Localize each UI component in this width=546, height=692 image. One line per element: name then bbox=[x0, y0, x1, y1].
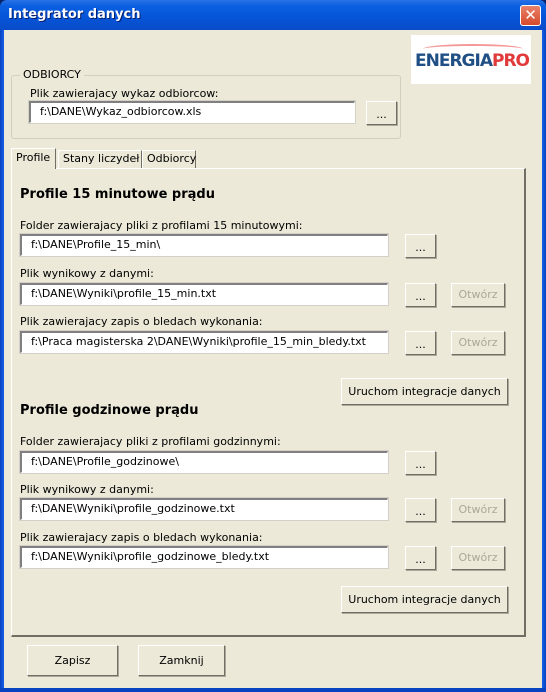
dialog-window: Integrator danych ✕ ENERGIAPRO ODBIORCY … bbox=[0, 0, 546, 692]
customer-list-browse-button[interactable]: ... bbox=[366, 101, 397, 125]
logo-text-pro: PRO bbox=[491, 51, 530, 71]
run-15min-integration-button[interactable]: Uruchom integracje danych bbox=[341, 378, 508, 405]
output-15min-open-button[interactable]: Otwórz bbox=[451, 283, 505, 307]
tab-odbiorcy[interactable]: Odbiorcy bbox=[142, 150, 196, 168]
errors-15min-input[interactable]: f:\Praca magisterska 2\DANE\Wyniki\profi… bbox=[19, 330, 389, 354]
errors-hourly-browse-button[interactable]: ... bbox=[405, 546, 436, 570]
folder-15min-browse-button[interactable]: ... bbox=[405, 234, 436, 258]
customer-list-label: Plik zawierajacy wykaz odbiorcow: bbox=[30, 87, 219, 100]
energiapro-logo: ENERGIAPRO bbox=[411, 35, 531, 84]
tab-profile[interactable]: Profile bbox=[11, 148, 56, 169]
output-15min-label: Plik wynikowy z danymi: bbox=[20, 267, 154, 280]
window-border-bottom bbox=[0, 688, 546, 692]
output-hourly-open-button[interactable]: Otwórz bbox=[451, 498, 505, 522]
output-hourly-browse-button[interactable]: ... bbox=[405, 498, 436, 522]
folder-15min-label: Folder zawierajacy pliki z profilami 15 … bbox=[20, 219, 303, 232]
run-hourly-integration-button[interactable]: Uruchom integracje danych bbox=[341, 586, 508, 613]
title-bar[interactable]: Integrator danych ✕ bbox=[0, 0, 546, 30]
section-15min-heading: Profile 15 minutowe prądu bbox=[20, 187, 215, 202]
folder-hourly-label: Folder zawierajacy pliki z profilami god… bbox=[20, 435, 281, 448]
customer-list-input[interactable]: f:\DANE\Wykaz_odbiorcow.xls bbox=[28, 100, 356, 124]
output-15min-input[interactable]: f:\DANE\Wyniki\profile_15_min.txt bbox=[19, 282, 389, 306]
close-button[interactable]: ✕ bbox=[520, 5, 541, 26]
errors-15min-open-button[interactable]: Otwórz bbox=[451, 331, 505, 355]
errors-hourly-label: Plik zawierajacy zapis o bledach wykonan… bbox=[20, 531, 263, 544]
output-hourly-input[interactable]: f:\DANE\Wyniki\profile_godzinowe.txt bbox=[19, 497, 389, 521]
output-15min-browse-button[interactable]: ... bbox=[405, 283, 436, 307]
section-hourly-heading: Profile godzinowe prądu bbox=[20, 403, 199, 418]
folder-hourly-input[interactable]: f:\DANE\Profile_godzinowe\ bbox=[19, 450, 389, 474]
window-border-right bbox=[542, 30, 546, 692]
errors-15min-browse-button[interactable]: ... bbox=[405, 331, 436, 355]
errors-hourly-open-button[interactable]: Otwórz bbox=[451, 546, 505, 570]
folder-15min-input[interactable]: f:\DANE\Profile_15_min\ bbox=[19, 233, 389, 257]
tab-stany-liczydel[interactable]: Stany liczydeł bbox=[58, 150, 142, 168]
save-button[interactable]: Zapisz bbox=[27, 645, 118, 676]
folder-hourly-browse-button[interactable]: ... bbox=[405, 451, 436, 475]
close-dialog-button[interactable]: Zamknij bbox=[138, 645, 225, 676]
window-title: Integrator danych bbox=[8, 7, 141, 22]
output-hourly-label: Plik wynikowy z danymi: bbox=[20, 483, 154, 496]
logo-text-energia: ENERGIA bbox=[415, 51, 493, 71]
odbiorcy-legend: ODBIORCY bbox=[20, 68, 84, 81]
errors-15min-label: Plik zawierajacy zapis o bledach wykonan… bbox=[20, 315, 263, 328]
close-icon: ✕ bbox=[524, 6, 537, 24]
errors-hourly-input[interactable]: f:\DANE\Wyniki\profile_godzinowe_bledy.t… bbox=[19, 545, 389, 569]
